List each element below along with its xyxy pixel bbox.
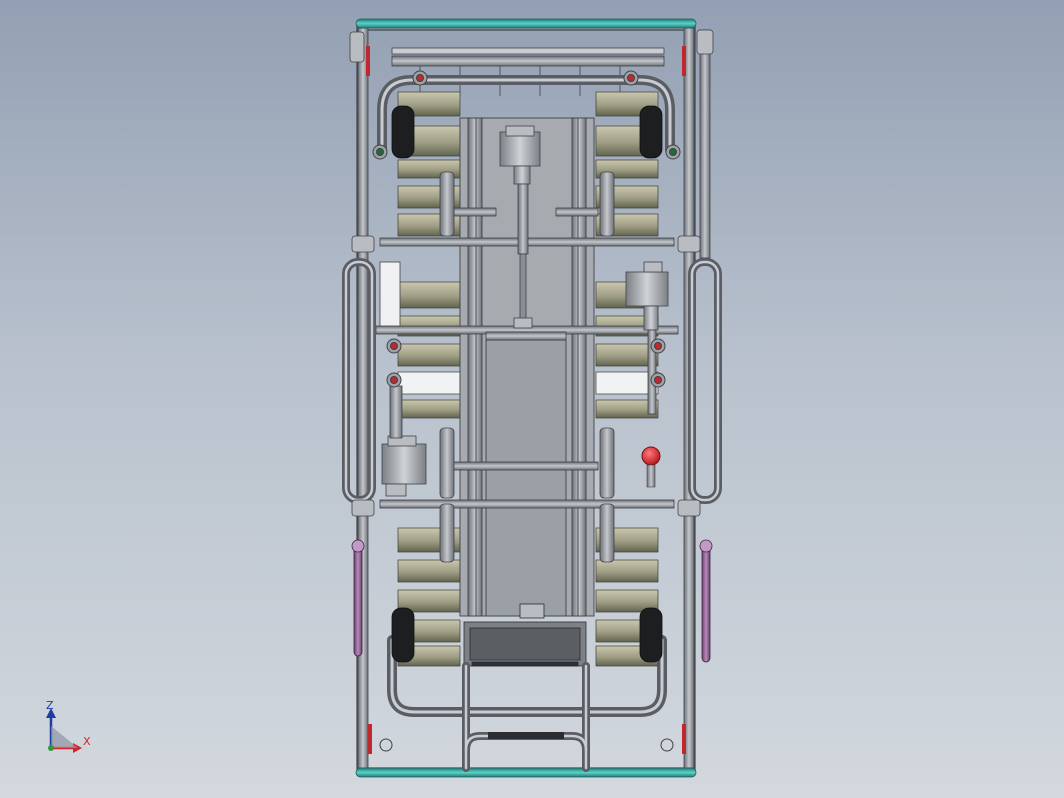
head-end-rail xyxy=(355,18,697,29)
left-outer-post xyxy=(349,31,365,63)
foot-end-rail xyxy=(355,767,697,778)
left-purple-handle xyxy=(351,539,365,657)
cad-viewport[interactable]: Z X xyxy=(0,0,1064,798)
right-side-bumper xyxy=(688,258,722,504)
side-long-rail-left xyxy=(357,27,369,769)
red-release-knob xyxy=(641,446,661,488)
right-purple-handle xyxy=(699,539,713,663)
foot-handle-grip xyxy=(488,732,564,739)
axis-triad xyxy=(46,708,82,753)
bed-frame-model[interactable] xyxy=(0,0,1064,798)
axis-x-label: X xyxy=(83,735,91,748)
right-outer-post xyxy=(696,29,714,259)
head-crossbar xyxy=(391,47,665,96)
axis-z-label: Z xyxy=(46,699,54,712)
